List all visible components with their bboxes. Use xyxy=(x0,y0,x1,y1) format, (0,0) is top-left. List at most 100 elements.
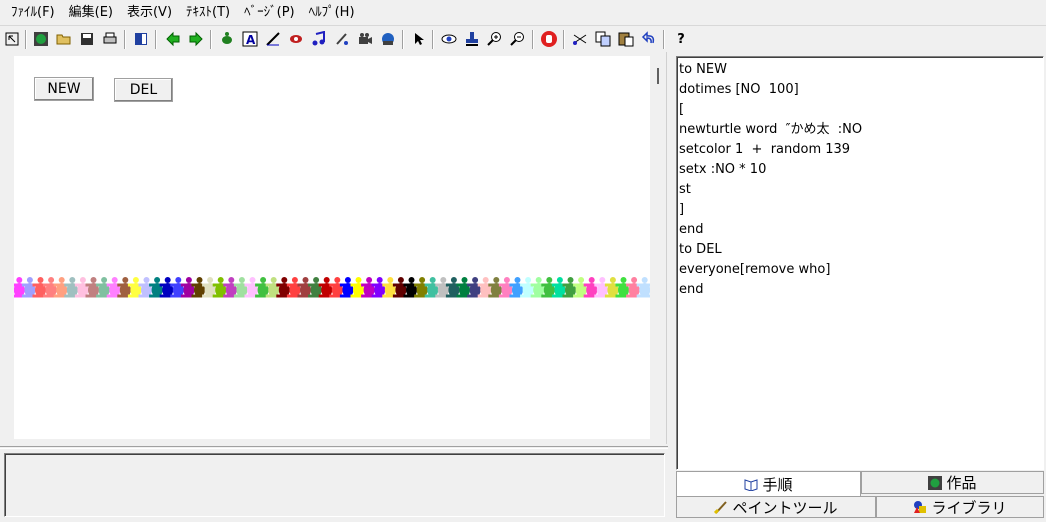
turtle-sprite[interactable] xyxy=(339,277,356,298)
turtle-sprite[interactable] xyxy=(626,277,643,298)
turtle-sprite[interactable] xyxy=(180,277,197,298)
turtle-sprite[interactable] xyxy=(159,277,176,298)
turtle-sprite[interactable] xyxy=(212,277,229,298)
turtle-sprite[interactable] xyxy=(21,277,38,298)
turtle-sprite[interactable] xyxy=(297,277,314,298)
turtle-sprite[interactable] xyxy=(604,277,621,298)
stage-scrollbar[interactable] xyxy=(650,56,665,440)
text-box-icon[interactable]: A xyxy=(240,28,260,50)
message-box[interactable] xyxy=(4,453,665,517)
video-camera-icon[interactable] xyxy=(355,28,375,50)
turtle-icon[interactable] xyxy=(217,28,237,50)
turtle-sprite[interactable] xyxy=(562,277,579,298)
del-button[interactable]: DEL xyxy=(114,78,173,102)
menu-help[interactable]: ﾍﾙﾌﾟ(H) xyxy=(302,0,362,26)
globe-icon[interactable] xyxy=(31,28,51,50)
turtle-sprite[interactable] xyxy=(445,277,462,298)
zoom-in-icon[interactable] xyxy=(485,28,505,50)
menu-file[interactable]: ﾌｧｲﾙ(F) xyxy=(4,0,62,26)
new-button[interactable]: NEW xyxy=(34,77,94,101)
turtle-sprite[interactable] xyxy=(191,277,208,298)
turtle-sprite[interactable] xyxy=(32,277,49,298)
turtle-sprite[interactable] xyxy=(308,277,325,298)
menu-page[interactable]: ﾍﾞｰｼﾞ(P) xyxy=(237,0,301,26)
turtle-sprite[interactable] xyxy=(276,277,293,298)
turtle-sprite[interactable] xyxy=(149,277,166,298)
turtle-sprite[interactable] xyxy=(117,277,134,298)
turtle-sprite[interactable] xyxy=(85,277,102,298)
music-note-icon[interactable] xyxy=(309,28,329,50)
turtle-sprite[interactable] xyxy=(541,277,558,298)
turtle-sprite[interactable] xyxy=(456,277,473,298)
print-icon[interactable] xyxy=(100,28,120,50)
cut-scissors-icon[interactable] xyxy=(570,28,590,50)
turtle-sprite[interactable] xyxy=(64,277,81,298)
record-icon[interactable] xyxy=(286,28,306,50)
scroll-thumb[interactable] xyxy=(657,68,659,84)
turtle-sprite[interactable] xyxy=(488,277,505,298)
turtle-sprite[interactable] xyxy=(244,277,261,298)
turtle-sprite[interactable] xyxy=(435,277,452,298)
turtle-sprite[interactable] xyxy=(286,277,303,298)
stamp-icon[interactable] xyxy=(462,28,482,50)
turtle-sprite[interactable] xyxy=(583,277,600,298)
stage-canvas[interactable]: NEW DEL xyxy=(14,56,650,439)
turtle-sprite[interactable] xyxy=(350,277,367,298)
select-arrow-icon[interactable] xyxy=(409,28,429,50)
pointer-arrow-icon[interactable] xyxy=(2,28,22,50)
turtle-sprite[interactable] xyxy=(265,277,282,298)
tab-library[interactable]: ライブラリ xyxy=(876,496,1044,518)
turtle-sprite[interactable] xyxy=(318,277,335,298)
turtle-sprite[interactable] xyxy=(594,277,611,298)
turtle-sprite[interactable] xyxy=(329,277,346,298)
menu-view[interactable]: 表示(V) xyxy=(120,0,179,26)
help-button[interactable]: ? xyxy=(671,28,691,50)
tab-steps[interactable]: 手順 xyxy=(676,471,861,496)
turtle-sprite[interactable] xyxy=(573,277,590,298)
menu-edit[interactable]: 編集(E) xyxy=(62,0,120,26)
code-editor[interactable]: to NEW dotimes [NO 100] [newturtle word ″か… xyxy=(676,56,1044,470)
menu-text[interactable]: ﾃｷｽﾄ(T) xyxy=(179,0,237,26)
page-layout-icon[interactable] xyxy=(131,28,151,50)
undo-icon[interactable] xyxy=(639,28,659,50)
turtle-sprite[interactable] xyxy=(520,277,537,298)
turtle-sprite[interactable] xyxy=(255,277,272,298)
turtle-sprite[interactable] xyxy=(530,277,547,298)
turtle-sprite[interactable] xyxy=(498,277,515,298)
turtle-sprite[interactable] xyxy=(509,277,526,298)
zoom-out-icon[interactable] xyxy=(508,28,528,50)
arrow-right-icon[interactable] xyxy=(186,28,206,50)
turtle-sprite[interactable] xyxy=(233,277,250,298)
arrow-left-icon[interactable] xyxy=(163,28,183,50)
pen-icon[interactable] xyxy=(332,28,352,50)
tab-works[interactable]: 作品 xyxy=(861,471,1044,494)
turtle-sprite[interactable] xyxy=(424,277,441,298)
open-folder-icon[interactable] xyxy=(54,28,74,50)
turtle-sprite[interactable] xyxy=(382,277,399,298)
turtle-sprite[interactable] xyxy=(53,277,70,298)
copy-icon[interactable] xyxy=(593,28,613,50)
turtle-sprite[interactable] xyxy=(223,277,240,298)
turtle-sprite[interactable] xyxy=(551,277,568,298)
tab-paint[interactable]: ペイントツール xyxy=(676,496,876,518)
turtle-sprite[interactable] xyxy=(477,277,494,298)
turtle-sprite[interactable] xyxy=(96,277,113,298)
turtle-sprite[interactable] xyxy=(74,277,91,298)
turtle-sprite[interactable] xyxy=(106,277,123,298)
turtle-sprite[interactable] xyxy=(43,277,60,298)
draw-tool-icon[interactable] xyxy=(263,28,283,50)
turtle-sprite[interactable] xyxy=(615,277,632,298)
turtle-sprite[interactable] xyxy=(414,277,431,298)
turtle-sprite[interactable] xyxy=(202,277,219,298)
turtle-sprite[interactable] xyxy=(392,277,409,298)
turtle-sprite[interactable] xyxy=(403,277,420,298)
turtle-sprite[interactable] xyxy=(361,277,378,298)
stop-hand-icon[interactable] xyxy=(539,28,559,50)
turtle-sprite[interactable] xyxy=(170,277,187,298)
eye-icon[interactable] xyxy=(439,28,459,50)
save-disk-icon[interactable] xyxy=(77,28,97,50)
turtle-sprite[interactable] xyxy=(371,277,388,298)
turtle-sprite[interactable] xyxy=(127,277,144,298)
turtle-sprite[interactable] xyxy=(467,277,484,298)
paste-icon[interactable] xyxy=(616,28,636,50)
